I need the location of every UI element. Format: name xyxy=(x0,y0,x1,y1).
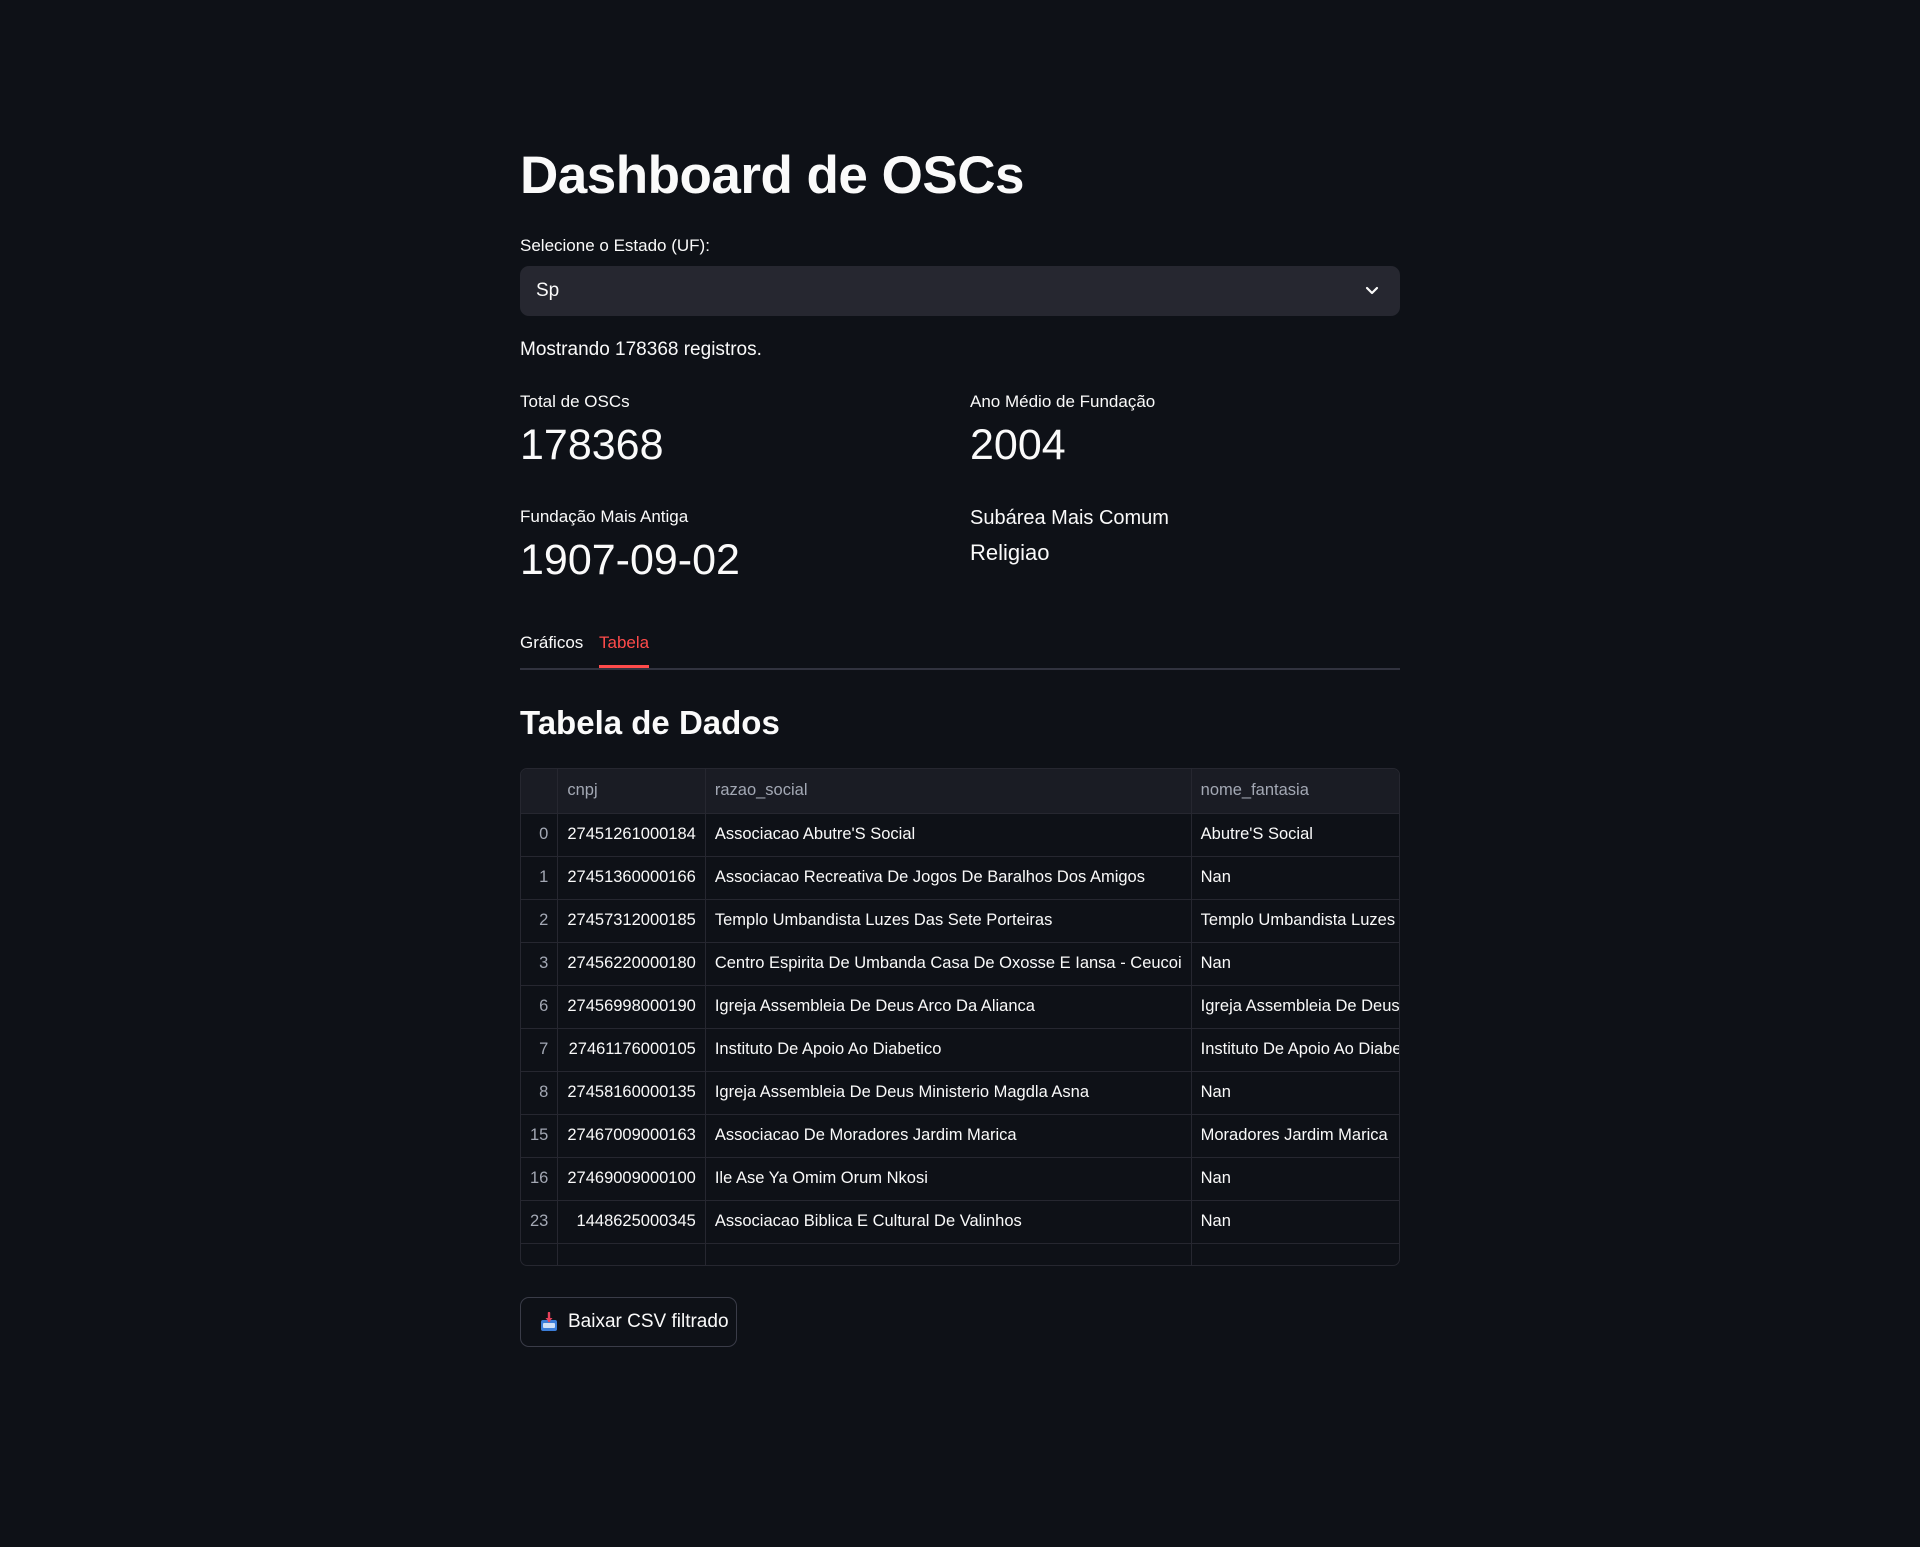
metric-value: 1907-09-02 xyxy=(520,536,740,584)
row-index: 6 xyxy=(521,985,559,1029)
metric-value: 2004 xyxy=(970,421,1066,469)
row-index: 23 xyxy=(521,1200,559,1244)
state-select-label: Selecione o Estado (UF): xyxy=(520,236,710,255)
table-row[interactable]: 3 27456220000180 Centro Espirita De Umba… xyxy=(521,942,1399,986)
metric-oldest-founding: Fundação Mais Antiga 1907-09-02 xyxy=(520,506,960,586)
row-index: 15 xyxy=(521,1114,559,1158)
cell-razao-social[interactable]: Associacao De Moradores Jardim Marica xyxy=(705,1114,1192,1158)
table-row[interactable]: 2 27457312000185 Templo Umbandista Luzes… xyxy=(521,899,1399,943)
cell-razao-social[interactable]: Ile Ase Ya Omim Orum Nkosi xyxy=(705,1157,1192,1201)
metric-most-common-subarea: Subárea Mais Comum Religiao xyxy=(970,505,1410,567)
row-index xyxy=(521,1243,559,1265)
column-header-razao-social[interactable]: razao_social xyxy=(705,769,1192,814)
tab-bar: Gráficos Tabela xyxy=(520,628,1400,670)
table-row[interactable]: 6 27456998000190 Igreja Assembleia De De… xyxy=(521,985,1399,1029)
table-row[interactable]: 16 27469009000100 Ile Ase Ya Omim Orum N… xyxy=(521,1157,1399,1201)
state-select-value: Sp xyxy=(536,280,560,301)
row-index: 0 xyxy=(521,813,559,857)
table-row[interactable]: 1 27451360000166 Associacao Recreativa D… xyxy=(521,856,1399,900)
section-title: Tabela de Dados xyxy=(520,704,780,741)
cell-cnpj[interactable]: 27451261000184 xyxy=(557,813,706,857)
metric-value: 178368 xyxy=(520,421,664,469)
state-select[interactable]: Sp xyxy=(520,266,1400,316)
cell-cnpj[interactable]: 27461176000105 xyxy=(557,1028,706,1072)
row-index: 16 xyxy=(521,1157,559,1201)
row-index: 3 xyxy=(521,942,559,986)
cell-nome-fantasia[interactable]: Nan xyxy=(1191,1157,1399,1201)
cell-razao-social[interactable]: Associacao Recreativa De Jogos De Baralh… xyxy=(705,856,1192,900)
records-count-text: Mostrando 178368 registros. xyxy=(520,339,762,360)
cell-nome-fantasia[interactable]: Nan xyxy=(1191,942,1399,986)
cell-cnpj[interactable]: 27456220000180 xyxy=(557,942,706,986)
download-csv-button[interactable]: Baixar CSV filtrado xyxy=(520,1297,737,1347)
metric-label: Ano Médio de Fundação xyxy=(970,392,1156,411)
cell-cnpj[interactable]: 27451360000166 xyxy=(557,856,706,900)
cell-nome-fantasia[interactable]: Instituto De Apoio Ao Diabetico xyxy=(1191,1028,1399,1072)
table-row[interactable]: 8 27458160000135 Igreja Assembleia De De… xyxy=(521,1071,1399,1115)
cell-nome-fantasia[interactable]: Moradores Jardim Marica xyxy=(1191,1114,1399,1158)
metric-total-oscs: Total de OSCs 178368 xyxy=(520,391,960,471)
cell-razao-social[interactable]: Centro Espirita De Umbanda Casa De Oxoss… xyxy=(705,942,1192,986)
cell-nome-fantasia[interactable]: Nan xyxy=(1191,1071,1399,1115)
cell-nome-fantasia[interactable]: Igreja Assembleia De Deus Arco Da Alianc… xyxy=(1191,985,1399,1029)
row-index: 8 xyxy=(521,1071,559,1115)
cell-nome-fantasia[interactable]: Templo Umbandista Luzes xyxy=(1191,899,1399,943)
metric-avg-founding-year: Ano Médio de Fundação 2004 xyxy=(970,391,1410,471)
cell-razao-social[interactable] xyxy=(705,1243,1192,1265)
column-header-nome-fantasia[interactable]: nome_fantasia xyxy=(1191,769,1399,814)
cell-razao-social[interactable]: Templo Umbandista Luzes Das Sete Porteir… xyxy=(705,899,1192,943)
cell-nome-fantasia[interactable]: Nan xyxy=(1191,856,1399,900)
tab-graficos[interactable]: Gráficos xyxy=(520,633,583,665)
cell-razao-social[interactable]: Igreja Assembleia De Deus Ministerio Mag… xyxy=(705,1071,1192,1115)
table-row[interactable]: 23 1448625000345 Associacao Biblica E Cu… xyxy=(521,1200,1399,1244)
cell-razao-social[interactable]: Igreja Assembleia De Deus Arco Da Alianc… xyxy=(705,985,1192,1029)
table-row[interactable]: 7 27461176000105 Instituto De Apoio Ao D… xyxy=(521,1028,1399,1072)
column-header-cnpj[interactable]: cnpj xyxy=(557,769,706,814)
cell-cnpj[interactable]: 27456998000190 xyxy=(557,985,706,1029)
tab-tabela[interactable]: Tabela xyxy=(599,633,650,668)
cell-nome-fantasia[interactable] xyxy=(1191,1243,1399,1265)
chevron-down-icon xyxy=(1365,286,1379,295)
page-title: Dashboard de OSCs xyxy=(520,146,1024,205)
table-row[interactable] xyxy=(521,1243,1399,1265)
metric-value: Religiao xyxy=(970,540,1050,565)
cell-cnpj[interactable]: 1448625000345 xyxy=(557,1200,706,1244)
cell-cnpj[interactable] xyxy=(557,1243,706,1265)
cell-razao-social[interactable]: Associacao Biblica E Cultural De Valinho… xyxy=(705,1200,1192,1244)
cell-cnpj[interactable]: 27469009000100 xyxy=(557,1157,706,1201)
cell-cnpj[interactable]: 27467009000163 xyxy=(557,1114,706,1158)
cell-razao-social[interactable]: Instituto De Apoio Ao Diabetico xyxy=(705,1028,1192,1072)
cell-razao-social[interactable]: Associacao Abutre'S Social xyxy=(705,813,1192,857)
data-table[interactable]: cnpj razao_social nome_fantasia 0 274512… xyxy=(520,768,1400,1266)
table-header-row: cnpj razao_social nome_fantasia xyxy=(521,769,1399,814)
download-csv-label: Baixar CSV filtrado xyxy=(568,1311,729,1332)
row-index: 1 xyxy=(521,856,559,900)
cell-cnpj[interactable]: 27458160000135 xyxy=(557,1071,706,1115)
metric-label: Subárea Mais Comum xyxy=(970,507,1169,529)
cell-cnpj[interactable]: 27457312000185 xyxy=(557,899,706,943)
row-index: 7 xyxy=(521,1028,559,1072)
cell-nome-fantasia[interactable]: Nan xyxy=(1191,1200,1399,1244)
table-row[interactable]: 15 27467009000163 Associacao De Moradore… xyxy=(521,1114,1399,1158)
column-header-index[interactable] xyxy=(521,769,559,814)
metric-label: Fundação Mais Antiga xyxy=(520,507,689,526)
table-row[interactable]: 0 27451261000184 Associacao Abutre'S Soc… xyxy=(521,813,1399,857)
metric-label: Total de OSCs xyxy=(520,392,630,411)
cell-nome-fantasia[interactable]: Abutre'S Social xyxy=(1191,813,1399,857)
row-index: 2 xyxy=(521,899,559,943)
inbox-tray-icon xyxy=(541,1312,557,1331)
